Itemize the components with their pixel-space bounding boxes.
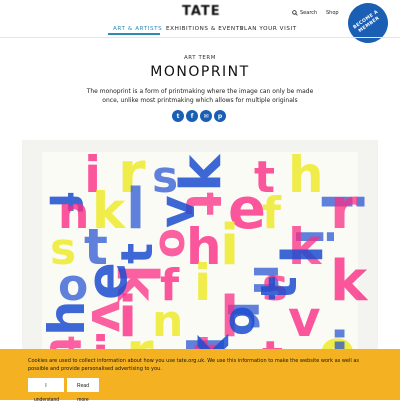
artwork-letter: i — [194, 254, 211, 312]
article-description: The monoprint is a form of printmaking w… — [86, 88, 314, 104]
tate-logo[interactable]: TATE — [182, 4, 220, 20]
search-button[interactable]: Search — [292, 8, 317, 18]
article-eyebrow: ART TERM — [184, 55, 216, 61]
share-buttons: t f ✉ p — [172, 110, 226, 122]
artwork-letter: r — [330, 177, 358, 242]
accept-cookies-button[interactable]: I understand — [28, 378, 64, 403]
artwork-letter: t — [112, 243, 163, 264]
page-title: MONOPRINT — [150, 64, 250, 80]
pinterest-share-button[interactable]: p — [214, 110, 226, 122]
nav-exhibitions-events[interactable]: EXHIBITIONS & EVENTS — [166, 25, 244, 33]
nav-divider — [0, 37, 400, 38]
email-share-button[interactable]: ✉ — [200, 110, 212, 122]
main-nav: ART & ARTISTS EXHIBITIONS & EVENTS PLAN … — [0, 22, 400, 38]
artwork-letter: i — [220, 213, 239, 278]
cookie-message: Cookies are used to collect information … — [28, 358, 360, 372]
artwork-letter: l — [126, 177, 145, 242]
facebook-share-button[interactable]: f — [186, 110, 198, 122]
twitter-icon: t — [176, 112, 180, 120]
search-label: Search — [300, 10, 318, 16]
read-more-button[interactable]: Read more — [67, 378, 99, 403]
artwork-graphic: fi r stk t hin k lov ef irs tkt hinklove f irst kth i n… — [22, 140, 378, 380]
nav-plan-your-visit[interactable]: PLAN YOUR VISIT — [240, 25, 297, 33]
artwork-letter: f — [262, 188, 282, 239]
active-tab-indicator — [108, 33, 160, 35]
shop-link[interactable]: Shop — [326, 8, 339, 18]
artwork-letter: k — [330, 249, 369, 314]
artwork-letter: o — [214, 306, 265, 336]
search-icon — [292, 10, 298, 16]
artwork-image: firstkthinklovefirstkthinklovefirstkthin… — [22, 140, 378, 380]
twitter-share-button[interactable]: t — [172, 110, 184, 122]
email-icon: ✉ — [203, 112, 209, 120]
artwork-letter: h — [38, 300, 96, 336]
artwork-letter: k — [169, 153, 234, 192]
nav-art-artists[interactable]: ART & ARTISTS — [113, 25, 162, 33]
facebook-icon: f — [190, 112, 194, 120]
pinterest-icon: p — [217, 112, 223, 120]
